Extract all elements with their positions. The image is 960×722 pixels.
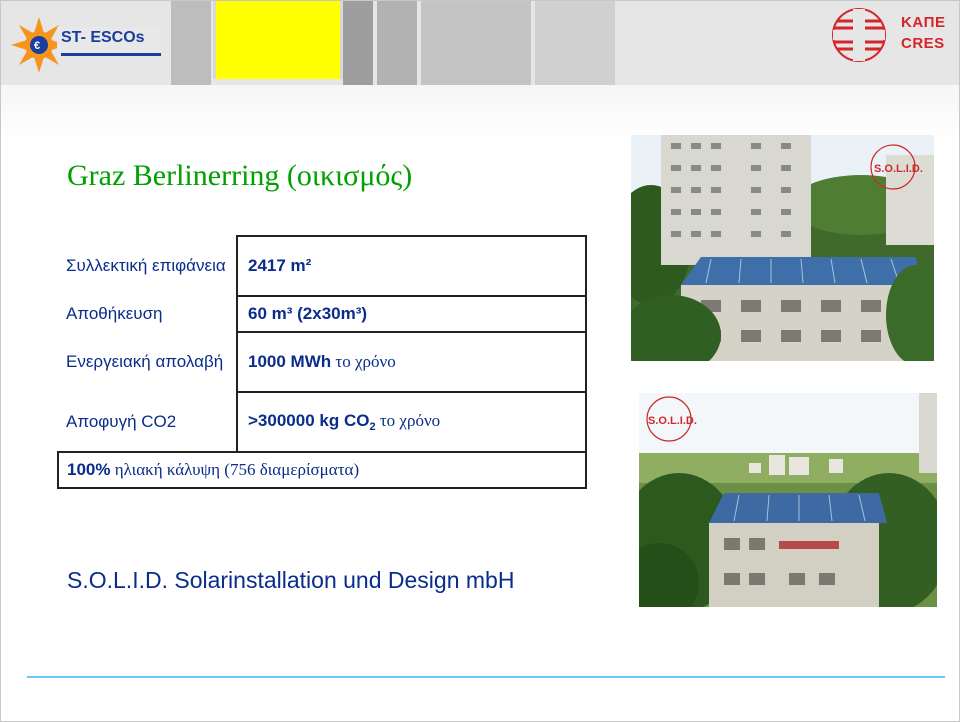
- page-title: Graz Berlinerring (οικισμός): [67, 159, 413, 192]
- logo-underline: [61, 53, 161, 56]
- svg-text:€: €: [34, 40, 40, 52]
- coverage-text: ηλιακή κάλυψη (756 διαμερίσματα): [110, 460, 360, 479]
- company-name: S.O.L.I.D. Solarinstallation und Design …: [67, 567, 515, 593]
- solar-roof-photo-2: S.O.L.I.D.: [639, 393, 937, 607]
- row-value: 1000 MWh το χρόνο: [236, 331, 587, 393]
- header-strip: [343, 1, 373, 85]
- coverage-percent: 100%: [67, 460, 111, 479]
- table-row: Αποφυγή CO2 >300000 kg CO2 το χρόνο: [58, 391, 587, 453]
- solar-roof-photo-1: S.O.L.I.D.: [631, 135, 934, 361]
- info-table: Συλλεκτική επιφάνεια 2417 m² Αποθήκευση …: [57, 235, 587, 489]
- header-strip-yellow: [213, 1, 343, 79]
- value-amount: >300000 kg CO: [248, 411, 370, 430]
- row-label: Αποφυγή CO2: [66, 411, 177, 431]
- row-label: Ενεργειακή απολαβή: [66, 352, 224, 371]
- row-value: >300000 kg CO2 το χρόνο: [236, 391, 587, 453]
- cres-logo-english: CRES: [901, 35, 945, 52]
- cres-logo-greek: ΚΑΠΕ: [901, 14, 946, 31]
- table-row: Ενεργειακή απολαβή 1000 MWh το χρόνο: [58, 331, 587, 393]
- header-strip: [421, 1, 531, 85]
- value-suffix: το χρόνο: [375, 411, 441, 430]
- value-amount: 1000 MWh: [248, 352, 332, 371]
- slide: € ST- ESCOs ΚΑΠΕ CRES Graz Berlinerring …: [0, 0, 960, 722]
- header-strip: [535, 1, 615, 85]
- table-row: 100% ηλιακή κάλυψη (756 διαμερίσματα): [57, 451, 587, 489]
- footer-line: [27, 676, 945, 678]
- coverage-row: 100% ηλιακή κάλυψη (756 διαμερίσματα): [57, 451, 587, 489]
- row-label: Συλλεκτική επιφάνεια: [66, 256, 226, 275]
- value-suffix: το χρόνο: [331, 352, 396, 371]
- row-label: Αποθήκευση: [66, 304, 163, 323]
- header-strip: [171, 1, 211, 85]
- logo-text: ST- ESCOs: [61, 29, 145, 46]
- header-strip: [377, 1, 417, 85]
- table-row: Αποθήκευση 60 m³ (2x30m³): [58, 295, 587, 333]
- row-value: 60 m³ (2x30m³): [236, 295, 587, 333]
- svg-text:S.O.L.I.D.: S.O.L.I.D.: [648, 415, 697, 427]
- row-value: 2417 m²: [236, 235, 587, 297]
- svg-text:S.O.L.I.D.: S.O.L.I.D.: [874, 163, 923, 175]
- table-row: Συλλεκτική επιφάνεια 2417 m²: [58, 235, 587, 297]
